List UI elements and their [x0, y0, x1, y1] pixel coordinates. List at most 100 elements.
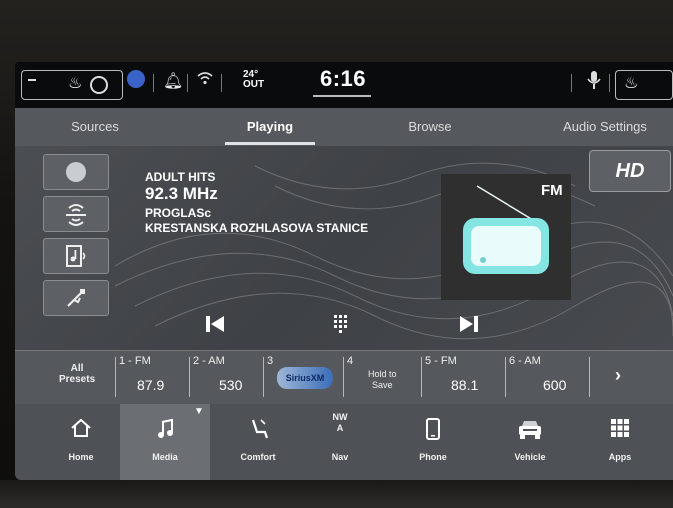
hold-line-1: Hold to	[368, 369, 397, 379]
active-tab-indicator	[225, 142, 315, 145]
hd-radio-button[interactable]: HD	[589, 150, 671, 192]
preset-6[interactable]: 6 - AM 600	[505, 353, 589, 403]
nav-nav-label: Nav	[331, 452, 349, 462]
usb-icon	[67, 289, 85, 307]
preset-divider	[589, 357, 590, 397]
nav-media-label: Media	[152, 452, 178, 462]
music-note-icon	[120, 418, 210, 440]
next-button[interactable]	[449, 304, 489, 344]
preset-4[interactable]: 4 Hold to Save	[343, 353, 421, 403]
rds-line-1: PROGLASc	[145, 206, 212, 220]
preset-3[interactable]: 3 SiriusXM	[263, 353, 343, 403]
tab-playing[interactable]: Playing	[225, 119, 315, 134]
status-divider	[221, 74, 222, 92]
seat-comfort-icon	[223, 418, 293, 440]
preset-divider	[421, 357, 422, 397]
compass-direction: NW	[332, 412, 348, 422]
clock: 6:16	[320, 66, 367, 91]
photo-bezel-bottom	[0, 480, 673, 508]
now-playing-panel: ADULT HITS 92.3 MHz PROGLASc KRESTANSKA …	[15, 146, 673, 350]
usb-button[interactable]	[43, 280, 109, 316]
preset-value: 530	[219, 377, 243, 393]
nav-vehicle-label: Vehicle	[514, 452, 546, 462]
status-divider	[571, 74, 572, 92]
nav-media[interactable]: ▼ Media	[120, 404, 210, 480]
preset-number: 3	[267, 355, 274, 367]
siriusxm-logo: SiriusXM	[277, 367, 333, 389]
minus-icon	[28, 79, 36, 81]
nav-phone-label: Phone	[419, 452, 447, 462]
keypad-icon	[334, 315, 347, 333]
status-bar: ♨ 🔔︎ 24° OUT 6:16 ♨	[15, 62, 673, 108]
radio-source-icon	[66, 162, 86, 182]
compass-heading: NW A	[315, 412, 365, 434]
radio-antenna-button[interactable]	[43, 196, 109, 232]
bottom-nav: Home ▼ Media Comfort NW A Nav Phone Vehi…	[15, 404, 673, 480]
next-icon	[460, 316, 478, 332]
keypad-button[interactable]	[321, 304, 361, 344]
preset-number: 2 - AM	[193, 355, 225, 367]
preset-value: 88.1	[451, 377, 479, 393]
microphone-icon[interactable]	[587, 70, 601, 93]
chevron-right-icon: ›	[615, 365, 621, 385]
phone-icon	[403, 418, 463, 440]
nav-home-label: Home	[68, 452, 94, 462]
previous-icon	[206, 316, 224, 332]
station-name: ADULT HITS	[145, 170, 216, 184]
preset-number: 6 - AM	[509, 355, 541, 367]
tab-browse[interactable]: Browse	[385, 119, 475, 134]
preset-divider	[343, 357, 344, 397]
vehicle-icon	[497, 418, 563, 440]
band-label: FM	[541, 182, 563, 199]
home-icon	[51, 418, 111, 438]
preset-divider	[189, 357, 190, 397]
preset-value: 87.9	[137, 377, 165, 393]
passenger-seat-icon: ♨	[624, 75, 639, 92]
bell-icon[interactable]: 🔔︎	[163, 71, 183, 91]
preset-value: 600	[543, 377, 567, 393]
status-divider	[187, 74, 188, 92]
passenger-seat-control[interactable]: ♨	[615, 70, 673, 100]
temperature-sub: OUT	[243, 79, 265, 90]
apps-grid-icon	[590, 418, 650, 438]
radio-source-button[interactable]	[43, 154, 109, 190]
hold-line-2: Save	[372, 380, 393, 390]
nav-phone[interactable]: Phone	[403, 404, 463, 480]
compass-arrow: A	[336, 423, 344, 433]
preset-divider	[263, 357, 264, 397]
preset-1[interactable]: 1 - FM 87.9	[115, 353, 189, 403]
station-frequency: 92.3 MHz	[145, 184, 218, 203]
preset-divider	[505, 357, 506, 397]
profile-icon[interactable]	[127, 70, 145, 88]
all-presets-button[interactable]: All Presets	[59, 363, 95, 385]
status-divider	[153, 74, 154, 92]
preset-number: 5 - FM	[425, 355, 457, 367]
previous-button[interactable]	[195, 304, 235, 344]
preset-number: 1 - FM	[119, 355, 151, 367]
presets-bar: All Presets 1 - FM 87.9 2 - AM 530 3 Sir…	[15, 350, 673, 406]
tab-sources[interactable]: Sources	[55, 119, 135, 134]
tab-audio-settings[interactable]: Audio Settings	[545, 119, 665, 134]
preset-5[interactable]: 5 - FM 88.1	[421, 353, 505, 403]
nav-apps-label: Apps	[608, 452, 632, 462]
nav-home[interactable]: Home	[51, 404, 111, 480]
nav-comfort-label: Comfort	[240, 452, 276, 462]
nav-apps[interactable]: Apps	[590, 404, 650, 480]
wifi-icon	[197, 70, 213, 89]
hd-label: HD	[615, 159, 645, 182]
radio-antenna-icon	[66, 204, 86, 226]
status-divider	[609, 74, 610, 92]
infotainment-screen: ♨ 🔔︎ 24° OUT 6:16 ♨ Sources Playing Brow…	[15, 62, 673, 480]
nav-comfort[interactable]: Comfort	[223, 404, 293, 480]
rds-line-2: KRESTANSKA ROZHLASOVA STANICE	[145, 221, 369, 235]
preset-divider	[115, 357, 116, 397]
preset-2[interactable]: 2 - AM 530	[189, 353, 263, 403]
nav-nav[interactable]: NW A Nav	[315, 404, 365, 480]
driver-assist-icon	[90, 76, 108, 94]
all-presets-line2: Presets	[59, 374, 96, 385]
nav-vehicle[interactable]: Vehicle	[497, 404, 563, 480]
tab-bar: Sources Playing Browse Audio Settings	[15, 108, 673, 146]
all-presets-line1: All	[70, 363, 84, 374]
media-file-button[interactable]	[43, 238, 109, 274]
climate-seat-control[interactable]: ♨	[21, 70, 123, 100]
